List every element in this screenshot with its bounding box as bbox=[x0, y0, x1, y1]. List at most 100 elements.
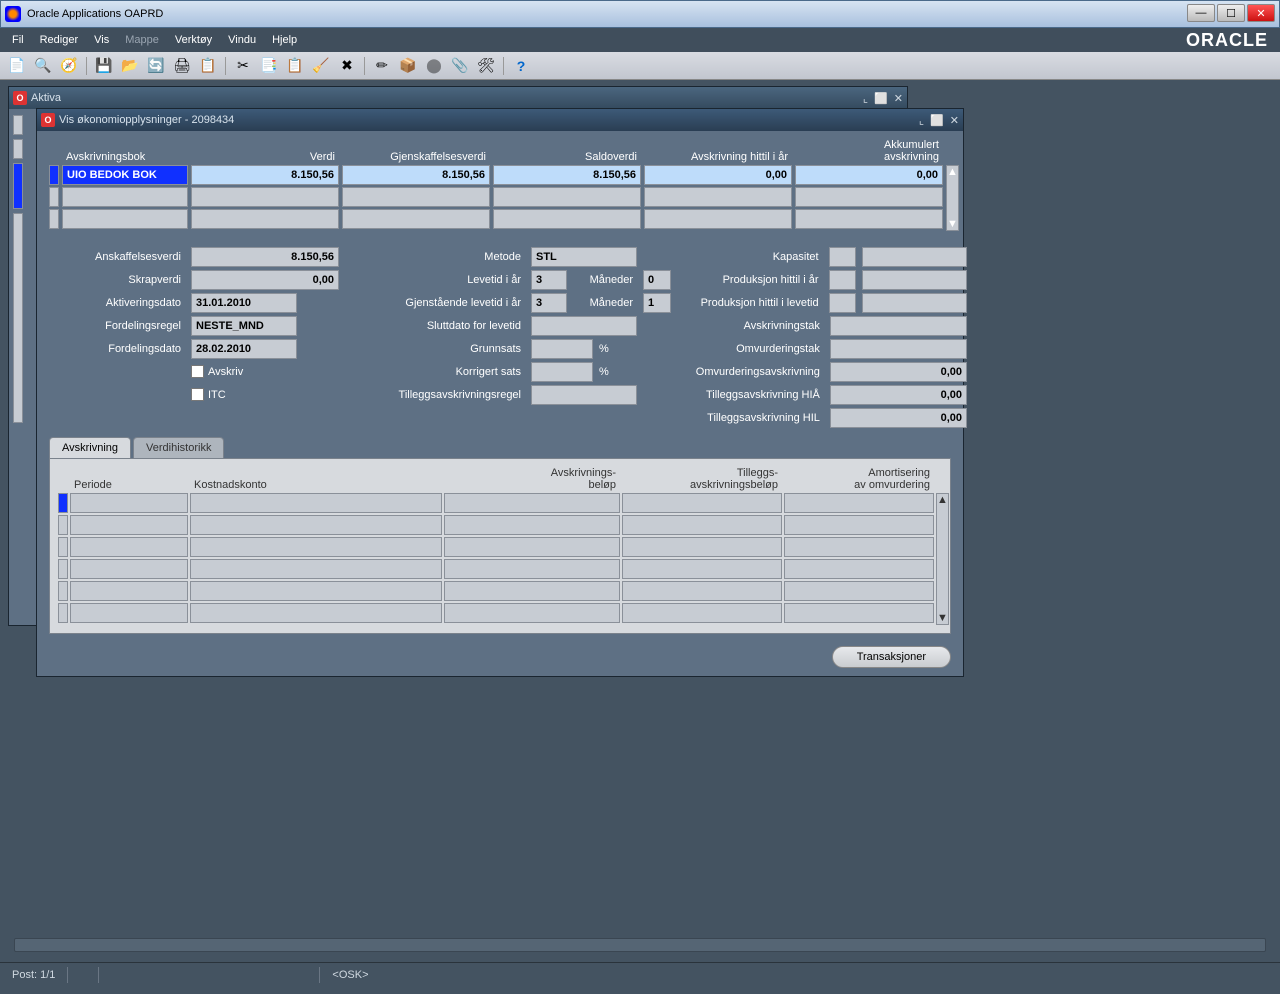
grid-row-empty[interactable] bbox=[49, 187, 943, 207]
tbl-row[interactable] bbox=[58, 515, 934, 535]
edit-icon[interactable]: ✏ bbox=[373, 57, 391, 75]
kap-field-2[interactable] bbox=[862, 247, 967, 267]
aktdato-field[interactable]: 31.01.2010 bbox=[191, 293, 297, 313]
gjen-mnd-field[interactable]: 1 bbox=[643, 293, 671, 313]
scroll-up-icon[interactable]: ▲ bbox=[937, 494, 948, 506]
gjen-aar-field[interactable]: 3 bbox=[531, 293, 567, 313]
fregel-field[interactable]: NESTE_MND bbox=[191, 316, 297, 336]
menu-hjelp[interactable]: Hjelp bbox=[266, 32, 303, 48]
record-handle[interactable] bbox=[13, 139, 23, 159]
grunn-label: Grunnsats bbox=[349, 343, 525, 355]
delete-icon[interactable]: ✖ bbox=[338, 57, 356, 75]
print-icon[interactable]: 🖨 bbox=[173, 57, 191, 75]
row-handle[interactable] bbox=[49, 165, 59, 185]
new-icon[interactable]: 📄 bbox=[8, 57, 26, 75]
tab-avskrivning[interactable]: Avskrivning bbox=[49, 437, 131, 458]
cut-icon[interactable]: ✂ bbox=[234, 57, 252, 75]
find-icon[interactable]: 🔍 bbox=[34, 57, 52, 75]
cell-gjen[interactable]: 8.150,56 bbox=[342, 165, 490, 185]
record-handle[interactable] bbox=[13, 213, 23, 423]
nav-icon[interactable]: 🧭 bbox=[60, 57, 78, 75]
fdato-field[interactable]: 28.02.2010 bbox=[191, 339, 297, 359]
slutt-field[interactable] bbox=[531, 316, 637, 336]
tbl-row[interactable] bbox=[58, 559, 934, 579]
levetid-aar-field[interactable]: 3 bbox=[531, 270, 567, 290]
menu-verktoy[interactable]: Verktøy bbox=[169, 32, 218, 48]
tillegg-field[interactable] bbox=[531, 385, 637, 405]
restore-icon[interactable]: ⬜ bbox=[930, 114, 944, 127]
restore-icon[interactable]: ⬜ bbox=[874, 92, 888, 105]
tilhil-field[interactable]: 0,00 bbox=[830, 408, 967, 428]
menu-vindu[interactable]: Vindu bbox=[222, 32, 262, 48]
tilhia-field[interactable]: 0,00 bbox=[830, 385, 967, 405]
cell-bok[interactable]: UIO BEDOK BOK bbox=[62, 165, 188, 185]
row-handle[interactable] bbox=[49, 187, 59, 207]
menu-mappe[interactable]: Mappe bbox=[119, 32, 165, 48]
close-button[interactable]: ✕ bbox=[1247, 4, 1275, 22]
mdi-workspace: O Aktiva ⌞ ⬜ ✕ O Vis økonomiopplysninger… bbox=[0, 80, 1280, 938]
avskriv-checkbox[interactable]: ✓Avskriv bbox=[191, 365, 243, 378]
okonomi-window: O Vis økonomiopplysninger - 2098434 ⌞ ⬜ … bbox=[36, 108, 964, 677]
kap-field-1[interactable] bbox=[829, 247, 856, 267]
grunn-field[interactable] bbox=[531, 339, 593, 359]
copy-icon[interactable]: 📑 bbox=[260, 57, 278, 75]
tab-verdihistorikk[interactable]: Verdihistorikk bbox=[133, 437, 224, 458]
save-icon[interactable]: 💾 bbox=[95, 57, 113, 75]
menu-vis[interactable]: Vis bbox=[88, 32, 115, 48]
close-icon[interactable]: ✕ bbox=[950, 114, 959, 127]
transaksjoner-button[interactable]: Transaksjoner bbox=[832, 646, 951, 668]
tbl-scrollbar[interactable]: ▲ ▼ bbox=[936, 493, 949, 625]
ansk-field[interactable]: 8.150,56 bbox=[191, 247, 339, 267]
tbl-row[interactable] bbox=[58, 537, 934, 557]
cell-avskr[interactable]: 0,00 bbox=[644, 165, 792, 185]
metode-field[interactable]: STL bbox=[531, 247, 637, 267]
prodlev-field-2[interactable] bbox=[862, 293, 967, 313]
okonomi-titlebar[interactable]: O Vis økonomiopplysninger - 2098434 ⌞ ⬜ … bbox=[37, 109, 963, 131]
itc-checkbox[interactable]: ITC bbox=[191, 388, 226, 401]
close-form-icon[interactable]: 📋 bbox=[199, 57, 217, 75]
levetid-mnd-field[interactable]: 0 bbox=[643, 270, 671, 290]
next-icon[interactable]: 📂 bbox=[121, 57, 139, 75]
grid-row-empty[interactable] bbox=[49, 209, 943, 229]
cell-verdi[interactable]: 8.150,56 bbox=[191, 165, 339, 185]
row-handle[interactable] bbox=[49, 209, 59, 229]
skrap-field[interactable]: 0,00 bbox=[191, 270, 339, 290]
scroll-down-icon[interactable]: ▼ bbox=[937, 612, 948, 624]
switch-icon[interactable]: 🔄 bbox=[147, 57, 165, 75]
paste-icon[interactable]: 📋 bbox=[286, 57, 304, 75]
menu-fil[interactable]: Fil bbox=[6, 32, 30, 48]
minimize-icon[interactable]: ⌞ bbox=[863, 92, 868, 105]
record-handle[interactable] bbox=[13, 115, 23, 135]
close-icon[interactable]: ✕ bbox=[894, 92, 903, 105]
attach-off-icon[interactable]: ⬤ bbox=[425, 57, 443, 75]
omav-field[interactable]: 0,00 bbox=[830, 362, 967, 382]
maximize-button[interactable]: ☐ bbox=[1217, 4, 1245, 22]
prodaar-field-2[interactable] bbox=[862, 270, 967, 290]
grid-row[interactable]: UIO BEDOK BOK 8.150,56 8.150,56 8.150,56… bbox=[49, 165, 943, 185]
cell-saldo[interactable]: 8.150,56 bbox=[493, 165, 641, 185]
th-kost: Kostnadskonto bbox=[190, 467, 442, 491]
tbl-row[interactable] bbox=[58, 493, 934, 513]
translate-icon[interactable]: 📦 bbox=[399, 57, 417, 75]
skrap-label: Skrapverdi bbox=[49, 274, 185, 286]
prodlev-field-1[interactable] bbox=[829, 293, 856, 313]
scroll-down-icon[interactable]: ▼ bbox=[947, 218, 958, 230]
menu-rediger[interactable]: Rediger bbox=[34, 32, 85, 48]
avtak-field[interactable] bbox=[830, 316, 967, 336]
minimize-button[interactable]: — bbox=[1187, 4, 1215, 22]
scroll-up-icon[interactable]: ▲ bbox=[947, 166, 958, 178]
prodaar-field-1[interactable] bbox=[829, 270, 856, 290]
korr-field[interactable] bbox=[531, 362, 593, 382]
minimize-icon[interactable]: ⌞ bbox=[919, 114, 924, 127]
record-handle-active[interactable] bbox=[13, 163, 23, 209]
help-icon[interactable]: ? bbox=[512, 57, 530, 75]
aktiva-titlebar[interactable]: O Aktiva ⌞ ⬜ ✕ bbox=[9, 87, 907, 109]
grid-scrollbar[interactable]: ▲ ▼ bbox=[946, 165, 959, 231]
omtak-field[interactable] bbox=[830, 339, 967, 359]
attach-icon[interactable]: 📎 bbox=[451, 57, 469, 75]
cell-akk[interactable]: 0,00 bbox=[795, 165, 943, 185]
tbl-row[interactable] bbox=[58, 603, 934, 623]
tbl-row[interactable] bbox=[58, 581, 934, 601]
folder-icon[interactable]: 🛠 bbox=[477, 57, 495, 75]
clear-icon[interactable]: 🧹 bbox=[312, 57, 330, 75]
